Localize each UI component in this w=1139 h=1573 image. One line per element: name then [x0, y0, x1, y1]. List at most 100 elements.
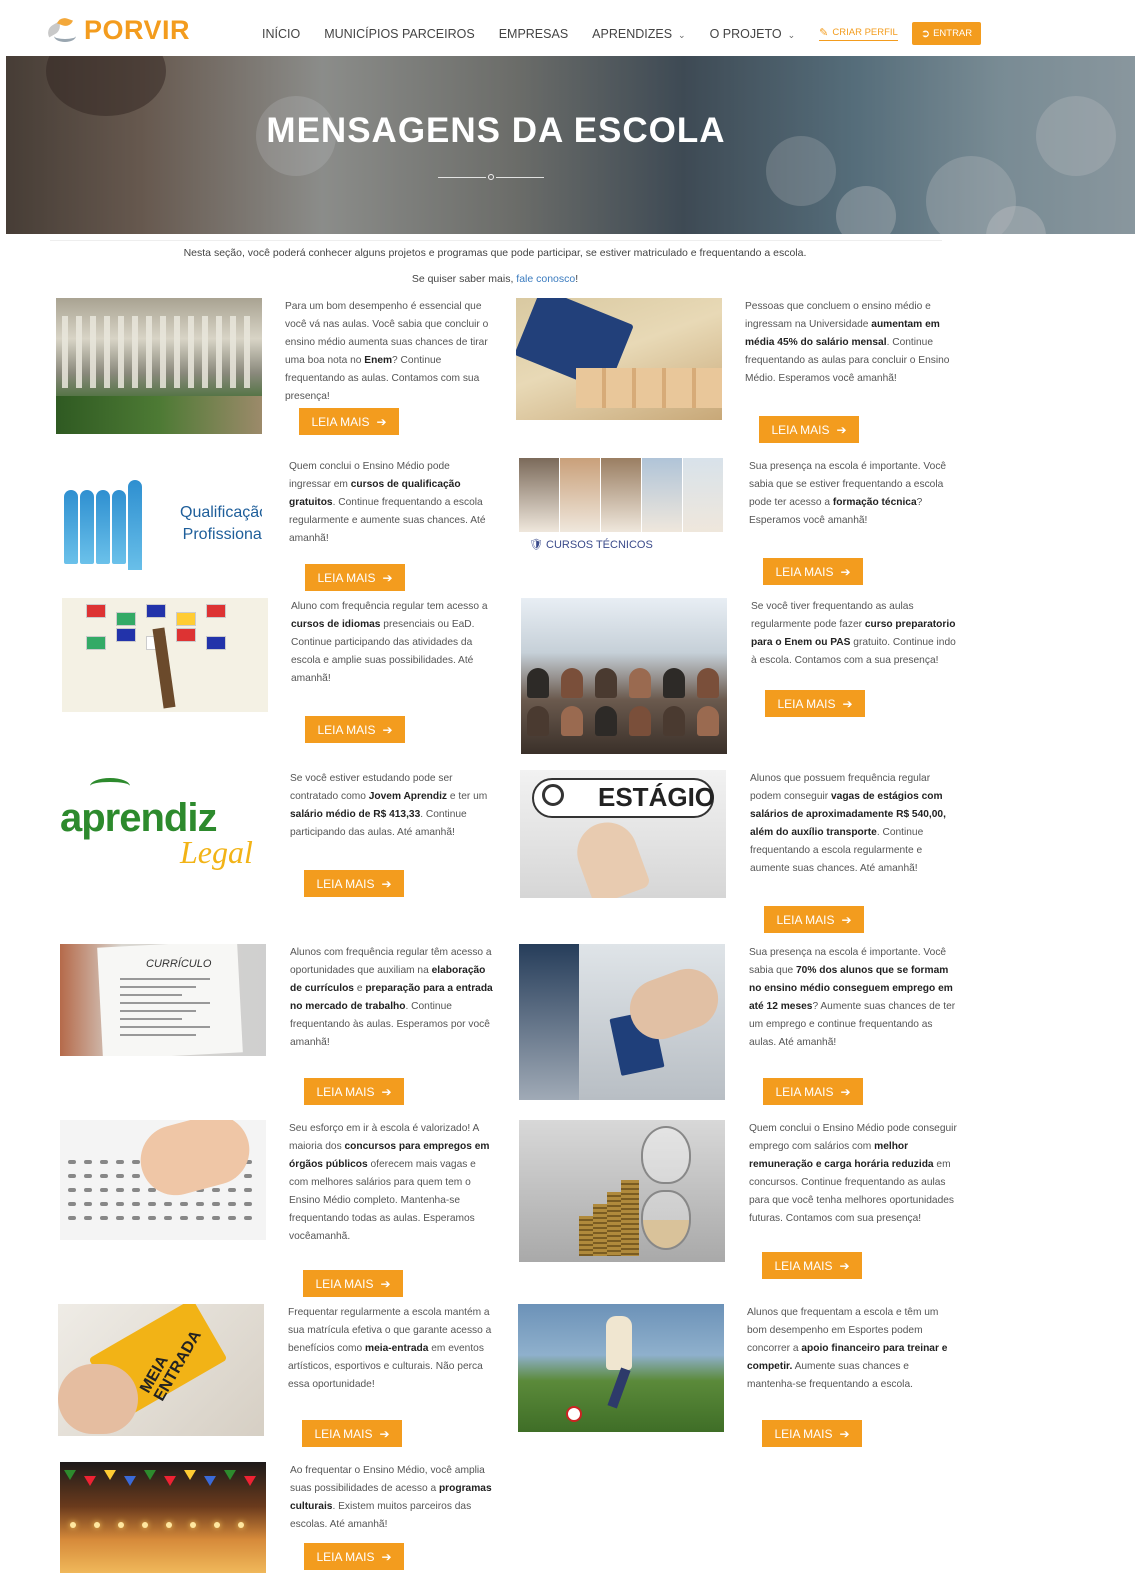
- arrow-right-icon: ➔: [836, 422, 847, 437]
- leaf-logo-icon: [44, 15, 82, 45]
- site-header: PORVIR INÍCIO MUNICÍPIOS PARCEIROS EMPRE…: [0, 0, 1139, 56]
- flags-tree-illustration: [62, 598, 268, 712]
- festival-street-photo: [60, 1462, 266, 1573]
- nav-inicio[interactable]: INÍCIO: [262, 27, 300, 41]
- card-message-salario: Pessoas que concluem o ensino médio e in…: [745, 301, 950, 384]
- arrow-right-icon: ➔: [842, 696, 853, 711]
- leia-mais-button-meia[interactable]: LEIA MAIS ➔: [302, 1420, 402, 1447]
- leia-mais-button-remuneracao[interactable]: LEIA MAIS ➔: [762, 1252, 862, 1279]
- leia-mais-button-esportes[interactable]: LEIA MAIS ➔: [762, 1420, 862, 1447]
- leia-mais-label: LEIA MAIS: [314, 1426, 373, 1441]
- highlight: melhor remuneração e carga horária reduz…: [749, 1141, 934, 1170]
- card-message-remuneracao: Quem conclui o Ensino Médio pode consegu…: [749, 1123, 957, 1224]
- highlight: formação técnica: [832, 497, 917, 508]
- hero-banner: MENSAGENS DA ESCOLA: [6, 56, 1135, 234]
- meia-entrada-ticket-photo: MEIA ENTRADA: [58, 1304, 264, 1436]
- leia-mais-label: LEIA MAIS: [774, 1258, 833, 1273]
- arrow-right-icon: ➔: [840, 564, 851, 579]
- curriculo-photo: CURRÍCULO: [60, 944, 266, 1056]
- leia-mais-button-aulas[interactable]: LEIA MAIS ➔: [299, 408, 399, 435]
- criar-perfil-label: CRIAR PERFIL: [832, 27, 898, 38]
- cursos-tecnicos-collage: 🛡 CURSOS TÉCNICOS: [519, 458, 725, 554]
- card-message-concursos: Seu esforço em ir à escola é valorizado!…: [289, 1123, 490, 1242]
- highlight: salário médio de R$ 413,33: [290, 809, 421, 820]
- card-message-aprendiz: Se você estiver estudando pode ser contr…: [290, 773, 488, 838]
- divider: [50, 240, 942, 241]
- card-message-preparatorio: Se você tiver frequentando as aulas regu…: [751, 601, 956, 666]
- logo-text: PORVIR: [84, 14, 191, 45]
- leia-mais-label: LEIA MAIS: [316, 1549, 375, 1564]
- pencil-icon: ✎: [819, 27, 829, 39]
- school-courtyard-photo: [56, 298, 262, 434]
- leia-mais-button-preparatorio[interactable]: LEIA MAIS ➔: [765, 690, 865, 717]
- entrar-button[interactable]: ➲ ENTRAR: [911, 22, 982, 45]
- card-message-meia: Frequentar regularmente a escola mantém …: [288, 1307, 492, 1390]
- leia-mais-label: LEIA MAIS: [777, 696, 836, 711]
- leia-mais-button-tecnica[interactable]: LEIA MAIS ➔: [763, 558, 863, 585]
- card-message-tecnica: Sua presença na escola é importante. Voc…: [749, 461, 947, 526]
- intro-contact-prefix: Se quiser saber mais,: [411, 273, 517, 285]
- chevron-down-icon: ⌄: [678, 29, 686, 40]
- leia-mais-button-salario[interactable]: LEIA MAIS ➔: [759, 416, 859, 443]
- qualificacao-profissional-graphic: Qualificação Profissional: [56, 458, 262, 570]
- highlight: aumentam em média 45% do salário mensal: [745, 319, 940, 348]
- highlight: vagas de estágios com salários de aproxi…: [750, 791, 946, 838]
- leia-mais-label: LEIA MAIS: [774, 1426, 833, 1441]
- work-card-money-photo: [516, 298, 722, 420]
- intro-contact-suffix: !: [575, 273, 579, 285]
- estagio-search-graphic: ESTÁGIO: [520, 770, 726, 898]
- card-message-esportes: Alunos que frequentam a escola e têm um …: [747, 1307, 948, 1390]
- intro-contact: Se quiser saber mais, fale conosco!: [0, 273, 990, 285]
- leia-mais-label: LEIA MAIS: [776, 912, 835, 927]
- card-message-aulas: Para um bom desempenho é essencial que v…: [285, 301, 489, 402]
- soccer-player-photo: [518, 1304, 724, 1432]
- porvir-logo[interactable]: PORVIR: [44, 12, 190, 48]
- intro-text: Nesta seção, você poderá conhecer alguns…: [183, 247, 807, 259]
- image-caption: Qualificação Profissional: [180, 504, 262, 543]
- leia-mais-button-estagio[interactable]: LEIA MAIS ➔: [764, 906, 864, 933]
- leia-mais-label: LEIA MAIS: [775, 1084, 834, 1099]
- highlight: cursos de idiomas: [291, 619, 381, 630]
- login-icon: ➲: [920, 28, 931, 40]
- card-message-cultura: Ao frequentar o Ensino Médio, você ampli…: [290, 1465, 492, 1530]
- nav-empresas[interactable]: EMPRESAS: [499, 27, 568, 41]
- leia-mais-button-qualificacao[interactable]: LEIA MAIS ➔: [305, 564, 405, 591]
- fale-conosco-link[interactable]: fale conosco: [516, 273, 575, 285]
- leia-mais-button-aprendiz[interactable]: LEIA MAIS ➔: [304, 870, 404, 897]
- leia-mais-button-concursos[interactable]: LEIA MAIS ➔: [303, 1270, 403, 1297]
- leia-mais-button-cultura[interactable]: LEIA MAIS ➔: [304, 1543, 404, 1570]
- card-message-qualificacao: Quem conclui o Ensino Médio pode ingress…: [289, 461, 486, 544]
- work-card-handover-photo: [519, 944, 725, 1100]
- image-caption: 🛡 CURSOS TÉCNICOS: [529, 539, 653, 551]
- image-caption: ESTÁGIO: [598, 782, 716, 812]
- arrow-right-icon: ➔: [381, 1549, 392, 1564]
- main-nav: INÍCIO MUNICÍPIOS PARCEIROS EMPRESAS APR…: [262, 22, 982, 45]
- hero-divider: [438, 174, 544, 180]
- leia-mais-label: LEIA MAIS: [316, 876, 375, 891]
- nav-o-projeto-label: O PROJETO: [709, 26, 782, 41]
- image-caption: CURRÍCULO: [146, 958, 212, 970]
- highlight: meia-entrada: [365, 1343, 429, 1354]
- arrow-right-icon: ➔: [376, 414, 387, 429]
- leia-mais-button-emprego[interactable]: LEIA MAIS ➔: [763, 1078, 863, 1105]
- nav-municipios-parceiros[interactable]: MUNICÍPIOS PARCEIROS: [324, 27, 474, 41]
- leia-mais-button-curriculo[interactable]: LEIA MAIS ➔: [304, 1078, 404, 1105]
- arrow-right-icon: ➔: [840, 1084, 851, 1099]
- leia-mais-button-idiomas[interactable]: LEIA MAIS ➔: [305, 716, 405, 743]
- arrow-right-icon: ➔: [379, 1426, 390, 1441]
- criar-perfil-link[interactable]: ✎ CRIAR PERFIL: [819, 26, 898, 41]
- highlight: curso preparatorio para o Enem ou PAS: [751, 619, 956, 648]
- exam-answer-sheet-photo: [60, 1120, 266, 1240]
- leia-mais-label: LEIA MAIS: [316, 1084, 375, 1099]
- arrow-right-icon: ➔: [380, 1276, 391, 1291]
- classroom-photo: [521, 598, 727, 754]
- entrar-label: ENTRAR: [933, 28, 973, 39]
- nav-aprendizes[interactable]: APRENDIZES ⌄: [592, 27, 685, 41]
- highlight: apoio financeiro para treinar e competir…: [747, 1343, 948, 1372]
- leia-mais-label: LEIA MAIS: [775, 564, 834, 579]
- leia-mais-label: LEIA MAIS: [317, 722, 376, 737]
- nav-o-projeto[interactable]: O PROJETO ⌄: [710, 27, 796, 41]
- highlight: programas culturais: [290, 1483, 492, 1512]
- chevron-down-icon: ⌄: [787, 29, 796, 40]
- hero-title: MENSAGENS DA ESCOLA: [266, 111, 726, 150]
